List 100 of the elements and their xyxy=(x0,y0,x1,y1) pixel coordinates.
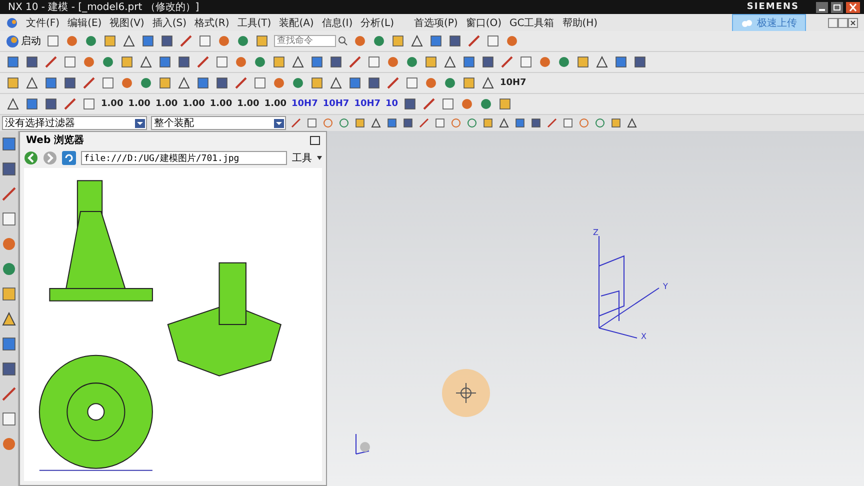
line-icon[interactable] xyxy=(386,76,400,90)
caret-icon[interactable] xyxy=(317,156,322,160)
circle-icon[interactable] xyxy=(291,76,305,90)
url-field[interactable]: file:///D:/UG/建模图片/701.jpg xyxy=(81,151,287,165)
close-icon[interactable] xyxy=(846,2,860,12)
triangle-icon[interactable] xyxy=(329,76,343,90)
circle-icon[interactable] xyxy=(466,117,478,129)
app-logo-icon[interactable] xyxy=(6,16,18,28)
line-icon[interactable] xyxy=(179,34,193,48)
dimension-format-tool[interactable]: 1.00 xyxy=(264,99,287,109)
menu-item[interactable]: 装配(A) xyxy=(279,16,314,30)
dimension-format-tool[interactable]: 10H7 xyxy=(292,99,318,109)
circle-icon[interactable] xyxy=(253,55,267,69)
circle-icon[interactable] xyxy=(338,117,350,129)
document-window-controls-icon[interactable] xyxy=(828,18,858,28)
sheet-icon[interactable] xyxy=(82,97,96,111)
circle-icon[interactable] xyxy=(479,97,494,111)
line-icon[interactable] xyxy=(546,117,558,129)
triangle-icon[interactable] xyxy=(122,34,136,48)
sheet-icon[interactable] xyxy=(562,117,574,129)
triangle-icon[interactable] xyxy=(410,34,424,48)
line-icon[interactable] xyxy=(63,97,77,111)
tools-menu[interactable]: 工具 xyxy=(292,151,312,165)
dimension-format-tool[interactable]: 1.00 xyxy=(237,99,260,109)
sheet-icon[interactable] xyxy=(2,212,16,226)
menu-item[interactable]: 分析(L) xyxy=(360,16,394,30)
dimension-format-tool[interactable]: 1.00 xyxy=(182,99,205,109)
line-icon[interactable] xyxy=(467,34,481,48)
circle-icon[interactable] xyxy=(84,34,98,48)
circle-icon[interactable] xyxy=(443,76,457,90)
dimension-format-tool[interactable]: 1.00 xyxy=(155,99,178,109)
line-icon[interactable] xyxy=(348,55,362,69)
menu-item[interactable]: 插入(S) xyxy=(152,16,186,30)
line-icon[interactable] xyxy=(290,117,302,129)
triangle-icon[interactable] xyxy=(481,76,495,90)
triangle-icon[interactable] xyxy=(291,55,305,69)
sheet-icon[interactable] xyxy=(434,117,446,129)
sheet-icon[interactable] xyxy=(46,34,60,48)
dimension-format-tool[interactable]: 10H7 xyxy=(354,99,381,109)
triangle-icon[interactable] xyxy=(25,76,39,90)
triangle-icon[interactable] xyxy=(139,55,153,69)
dimension-format-tool[interactable]: 10 xyxy=(386,99,398,109)
line-icon[interactable] xyxy=(2,387,16,401)
circle-icon[interactable] xyxy=(405,55,419,69)
menu-item[interactable]: 帮助(H) xyxy=(562,16,598,30)
line-icon[interactable] xyxy=(2,187,16,201)
circle-icon[interactable] xyxy=(372,34,386,48)
menu-item[interactable]: GC工具箱 xyxy=(510,16,554,30)
assembly-scope-dropdown[interactable]: 整个装配 xyxy=(151,116,286,130)
line-icon[interactable] xyxy=(44,55,58,69)
sheet-icon[interactable] xyxy=(306,117,318,129)
maximize-icon[interactable] xyxy=(310,136,320,144)
sheet-icon[interactable] xyxy=(101,76,115,90)
triangle-icon[interactable] xyxy=(2,312,16,326)
sheet-icon[interactable] xyxy=(405,76,419,90)
circle-icon[interactable] xyxy=(557,55,571,69)
line-icon[interactable] xyxy=(418,117,430,129)
circle-icon[interactable] xyxy=(236,34,250,48)
dimension-format-tool[interactable]: 10H7 xyxy=(322,99,350,109)
refresh-icon[interactable] xyxy=(62,151,76,165)
minimize-icon[interactable] xyxy=(816,2,828,12)
circle-icon[interactable] xyxy=(101,55,115,69)
line-icon[interactable] xyxy=(196,55,210,69)
dimension-format-tool[interactable]: 1.00 xyxy=(128,99,150,109)
sheet-icon[interactable] xyxy=(198,34,212,48)
tolerance-tool[interactable]: 10H7 xyxy=(500,78,526,88)
menu-item[interactable]: 格式(R) xyxy=(194,16,230,30)
sheet-icon[interactable] xyxy=(215,55,229,69)
sheet-icon[interactable] xyxy=(2,412,16,426)
sheet-icon[interactable] xyxy=(519,55,533,69)
dimension-format-tool[interactable]: 1.00 xyxy=(101,99,124,109)
menu-item[interactable]: 视图(V) xyxy=(110,16,144,30)
line-icon[interactable] xyxy=(500,55,514,69)
triangle-icon[interactable] xyxy=(443,55,457,69)
menu-item[interactable]: 首选项(P) xyxy=(414,16,458,30)
triangle-icon[interactable] xyxy=(595,55,609,69)
menu-item[interactable]: 工具(T) xyxy=(237,16,272,30)
triangle-icon[interactable] xyxy=(498,117,510,129)
dimension-format-tool[interactable]: 1.00 xyxy=(210,99,232,109)
start-button[interactable]: 启动 xyxy=(6,34,41,48)
sheet-icon[interactable] xyxy=(253,76,267,90)
line-icon[interactable] xyxy=(82,76,96,90)
menu-item[interactable]: 窗口(O) xyxy=(466,16,502,30)
triangle-icon[interactable] xyxy=(177,76,191,90)
line-icon[interactable] xyxy=(422,97,436,111)
sheet-icon[interactable] xyxy=(441,97,456,111)
restore-icon[interactable] xyxy=(831,2,843,12)
sheet-icon[interactable] xyxy=(367,55,381,69)
sheet-icon[interactable] xyxy=(486,34,500,48)
triangle-icon[interactable] xyxy=(370,117,382,129)
menu-item[interactable]: 编辑(E) xyxy=(68,16,102,30)
triangle-icon[interactable] xyxy=(626,117,638,129)
triangle-icon[interactable] xyxy=(6,97,20,111)
circle-icon[interactable] xyxy=(2,262,16,276)
line-icon[interactable] xyxy=(234,76,248,90)
circle-icon[interactable] xyxy=(139,76,153,90)
selection-filter-dropdown[interactable]: 没有选择过滤器 xyxy=(2,116,147,130)
circle-icon[interactable] xyxy=(594,117,606,129)
sheet-icon[interactable] xyxy=(63,55,77,69)
menu-item[interactable]: 信息(I) xyxy=(322,16,353,30)
